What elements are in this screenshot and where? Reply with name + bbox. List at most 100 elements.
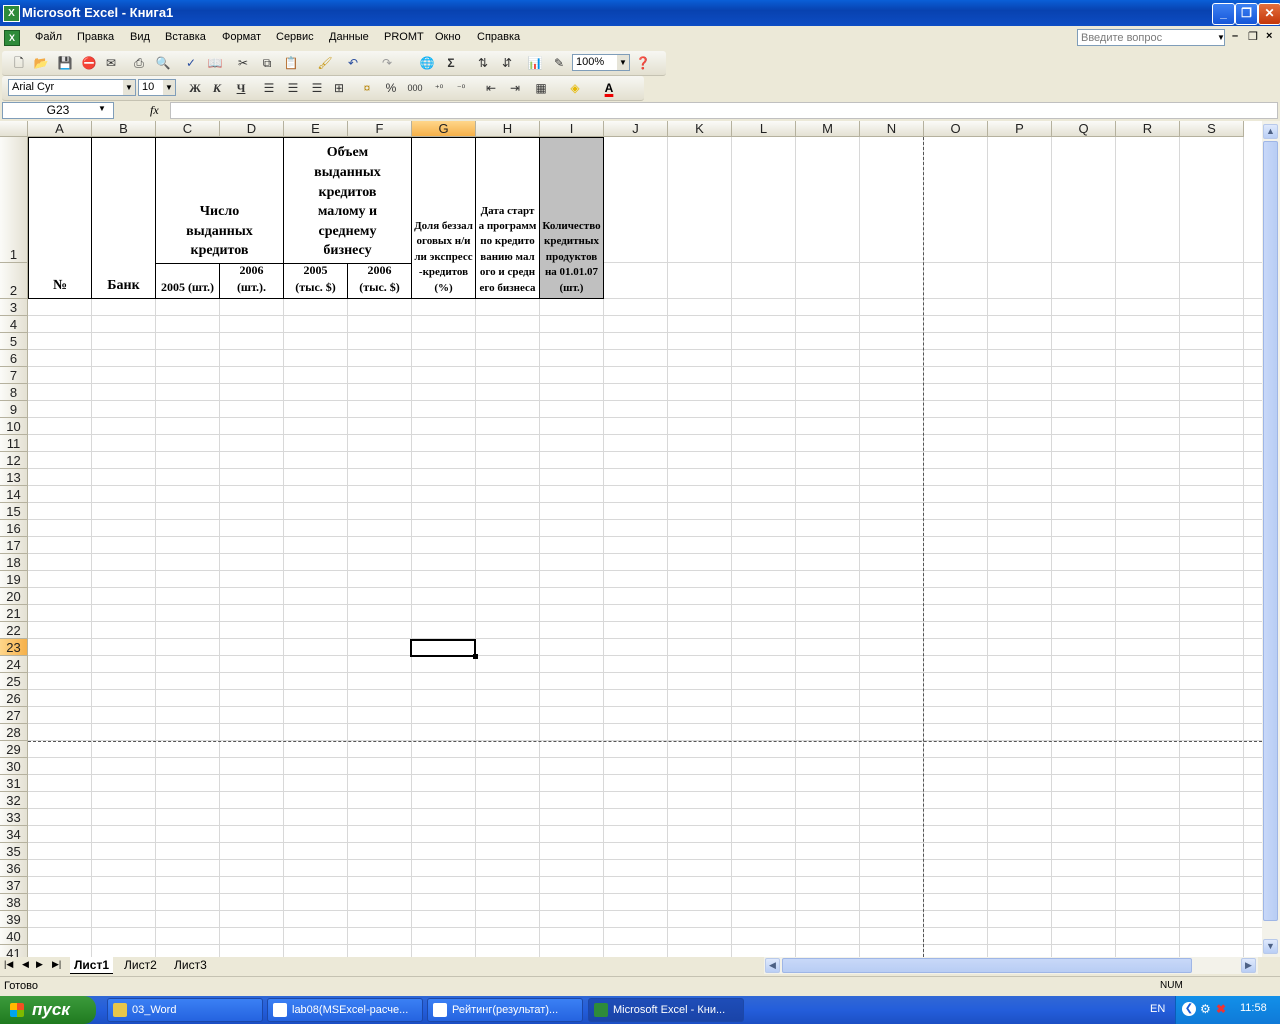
header-count-loans-cell[interactable]: Число выданных кредитов: [155, 137, 284, 264]
header-count-2005-cell[interactable]: 2005 (шт.): [155, 263, 220, 299]
doc-restore-button[interactable]: ❐: [1248, 30, 1258, 43]
horizontal-scrollbar[interactable]: ◀ ▶: [764, 957, 1258, 974]
row-header-6[interactable]: 6: [0, 350, 28, 367]
column-header-i[interactable]: I: [540, 121, 604, 137]
row-header-18[interactable]: 18: [0, 554, 28, 571]
row-header-16[interactable]: 16: [0, 520, 28, 537]
language-indicator[interactable]: EN: [1150, 1003, 1165, 1015]
row-header-8[interactable]: 8: [0, 384, 28, 401]
column-header-j[interactable]: J: [604, 121, 668, 137]
doc-minimize-button[interactable]: –: [1232, 30, 1238, 42]
header-start-date-cell[interactable]: Дата старта программ по кредитованию мал…: [475, 137, 540, 299]
prev-sheet-icon[interactable]: ◀: [22, 959, 29, 970]
scroll-up-icon[interactable]: ▲: [1263, 124, 1278, 139]
sheet-tab-3[interactable]: Лист3: [170, 957, 211, 973]
doc-close-button[interactable]: ×: [1266, 30, 1272, 42]
spreadsheet-grid[interactable]: ABCDEFGHIJKLMNOPQRS 1 2 3 4 5 6 7 8 9 10 11 12 13 14 1…: [0, 121, 1262, 957]
last-sheet-icon[interactable]: ▶|: [52, 959, 61, 970]
column-header-c[interactable]: C: [156, 121, 220, 137]
row-header-2[interactable]: 2: [0, 263, 28, 299]
save-icon[interactable]: 💾: [56, 54, 74, 72]
help-search-input[interactable]: Введите вопрос: [1077, 29, 1225, 46]
horizontal-scroll-thumb[interactable]: [782, 958, 1192, 973]
row-header-9[interactable]: 9: [0, 401, 28, 418]
help-icon[interactable]: ❓: [634, 54, 652, 72]
menu-view[interactable]: Вид: [130, 31, 150, 43]
menu-tools[interactable]: Сервис: [276, 31, 314, 43]
permission-icon[interactable]: ⛔: [80, 54, 98, 72]
menu-promt[interactable]: PROMT: [384, 31, 424, 43]
scroll-left-icon[interactable]: ◀: [765, 958, 780, 973]
cut-icon[interactable]: ✂: [234, 54, 252, 72]
decrease-indent-icon[interactable]: ⇤: [482, 79, 500, 97]
row-header-39[interactable]: 39: [0, 911, 28, 928]
header-bank-cell[interactable]: Банк: [91, 137, 156, 299]
task-rating[interactable]: Рейтинг(результат)...: [427, 998, 583, 1022]
column-header-b[interactable]: B: [92, 121, 156, 137]
minimize-button[interactable]: _: [1212, 3, 1235, 25]
row-header-38[interactable]: 38: [0, 894, 28, 911]
row-header-23[interactable]: 23: [0, 639, 28, 656]
sort-descending-icon[interactable]: ⇵: [498, 54, 516, 72]
underline-button[interactable]: Ч: [232, 79, 250, 97]
column-header-m[interactable]: M: [796, 121, 860, 137]
row-header-3[interactable]: 3: [0, 299, 28, 316]
paste-icon[interactable]: 📋: [282, 54, 300, 72]
row-header-34[interactable]: 34: [0, 826, 28, 843]
vertical-scroll-thumb[interactable]: [1263, 141, 1278, 921]
sheet-tab-2[interactable]: Лист2: [120, 957, 161, 973]
row-header-19[interactable]: 19: [0, 571, 28, 588]
header-num-cell[interactable]: №: [28, 137, 92, 299]
row-header-31[interactable]: 31: [0, 775, 28, 792]
insert-function-button[interactable]: fx: [150, 103, 159, 118]
row-header-5[interactable]: 5: [0, 333, 28, 350]
row-header-32[interactable]: 32: [0, 792, 28, 809]
font-size-dropdown-icon[interactable]: ▼: [163, 80, 175, 95]
task-word-folder[interactable]: 03_Word: [107, 998, 263, 1022]
menu-format[interactable]: Формат: [222, 31, 261, 43]
row-header-15[interactable]: 15: [0, 503, 28, 520]
row-header-37[interactable]: 37: [0, 877, 28, 894]
column-header-k[interactable]: K: [668, 121, 732, 137]
scroll-down-icon[interactable]: ▼: [1263, 939, 1278, 954]
tray-app-icon[interactable]: ⚙: [1200, 1002, 1211, 1016]
row-header-22[interactable]: 22: [0, 622, 28, 639]
row-header-7[interactable]: 7: [0, 367, 28, 384]
menu-edit[interactable]: Правка: [77, 31, 114, 43]
row-header-20[interactable]: 20: [0, 588, 28, 605]
menu-file[interactable]: Файл: [35, 31, 62, 43]
row-header-17[interactable]: 17: [0, 537, 28, 554]
align-center-icon[interactable]: ☰: [284, 79, 302, 97]
vertical-scrollbar[interactable]: ▲ ▼: [1262, 121, 1280, 957]
menu-window[interactable]: Окно: [435, 31, 461, 43]
increase-indent-icon[interactable]: ⇥: [506, 79, 524, 97]
undo-icon[interactable]: ↶: [344, 54, 362, 72]
header-share-cell[interactable]: Доля беззалоговых н/или экспресс-кредито…: [411, 137, 476, 299]
email-icon[interactable]: ✉: [102, 54, 120, 72]
header-products-cell[interactable]: Количество кредитных продуктов на 01.01.…: [539, 137, 604, 299]
header-vol-2005-cell[interactable]: 2005 (тыс. $): [283, 263, 348, 299]
row-header-33[interactable]: 33: [0, 809, 28, 826]
increase-decimal-icon[interactable]: ⁺⁰: [430, 79, 448, 97]
row-header-14[interactable]: 14: [0, 486, 28, 503]
row-header-27[interactable]: 27: [0, 707, 28, 724]
print-icon[interactable]: ⎙: [130, 54, 148, 72]
autosum-icon[interactable]: Σ: [442, 54, 460, 72]
close-button[interactable]: ✕: [1258, 3, 1280, 25]
font-select[interactable]: Arial Cyr ▼: [8, 79, 136, 96]
active-cell-g23[interactable]: [410, 639, 476, 657]
column-header-l[interactable]: L: [732, 121, 796, 137]
sort-ascending-icon[interactable]: ⇅: [474, 54, 492, 72]
task-excel[interactable]: Microsoft Excel - Кни...: [588, 998, 744, 1022]
redo-icon[interactable]: ↷: [378, 54, 396, 72]
fill-handle[interactable]: [473, 654, 478, 659]
sheet-tab-1[interactable]: Лист1: [70, 957, 114, 974]
currency-icon[interactable]: ¤: [358, 79, 376, 97]
zoom-dropdown-icon[interactable]: ▼: [617, 55, 629, 70]
row-header-25[interactable]: 25: [0, 673, 28, 690]
borders-icon[interactable]: ▦: [532, 79, 550, 97]
open-icon[interactable]: 📂: [32, 54, 50, 72]
row-header-26[interactable]: 26: [0, 690, 28, 707]
row-header-35[interactable]: 35: [0, 843, 28, 860]
select-all-corner[interactable]: [0, 121, 28, 137]
